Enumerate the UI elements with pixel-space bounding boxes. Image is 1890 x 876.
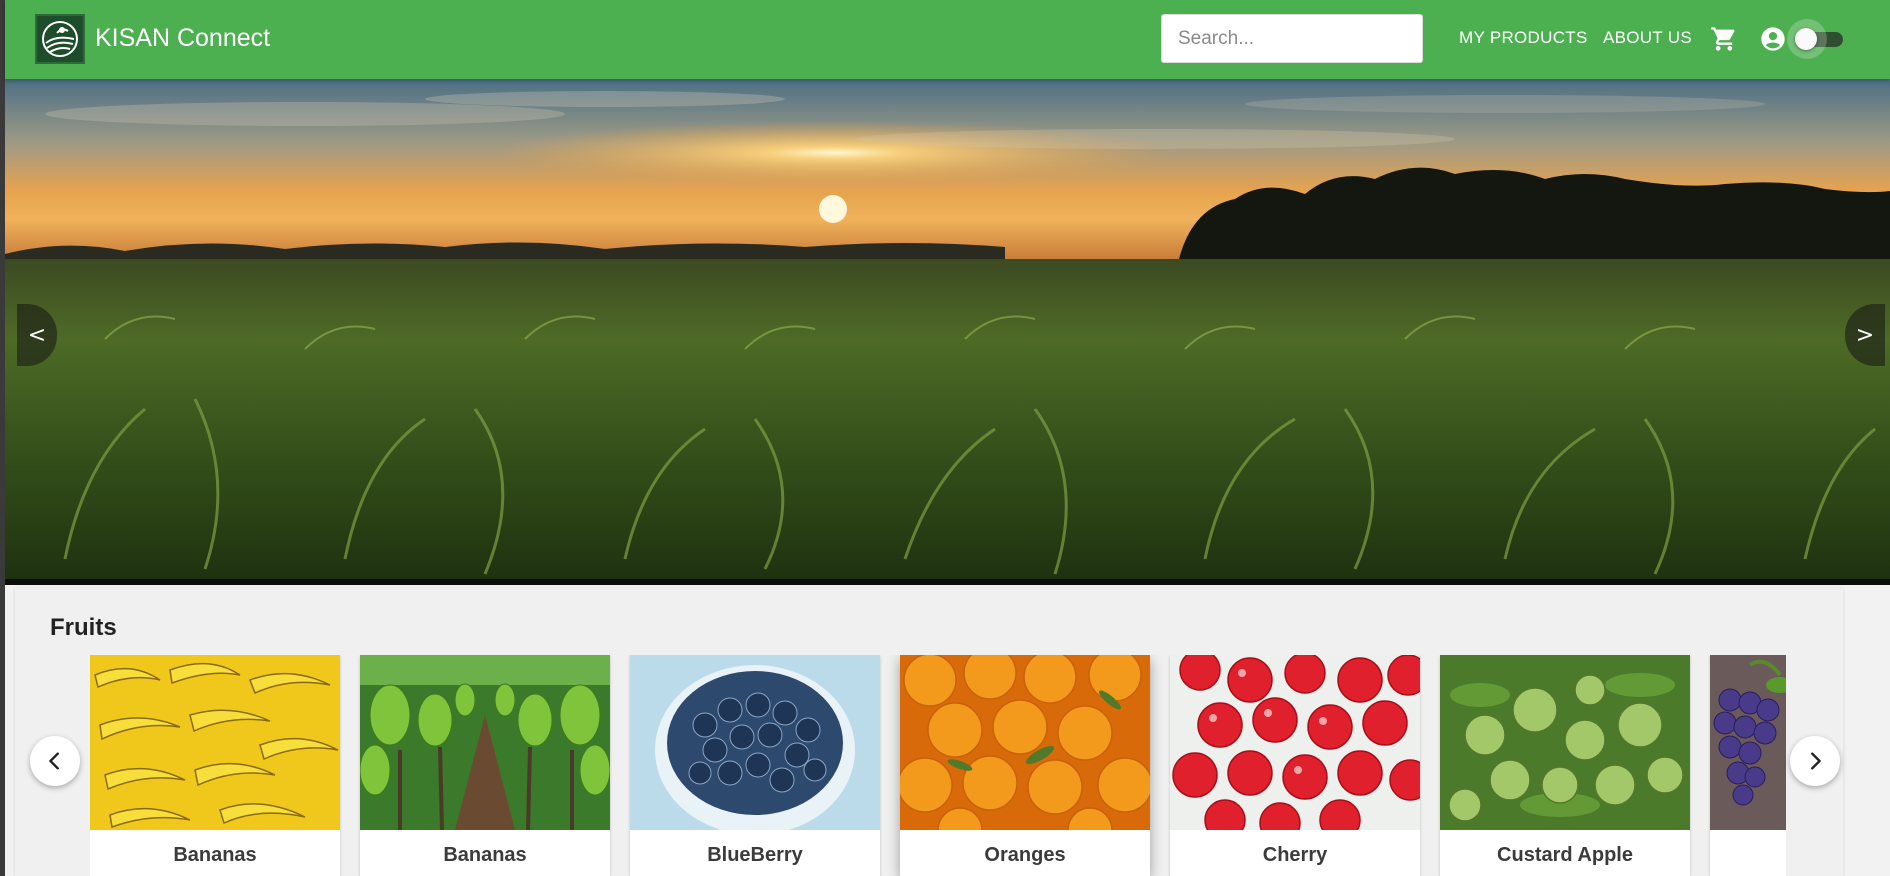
- product-name: Bananas: [173, 844, 257, 866]
- fruits-section: Fruits Bananas Bananas BlueBerry Oranges…: [15, 588, 1843, 876]
- product-name: Cherry: [1262, 844, 1328, 866]
- rail-next-button[interactable]: [1790, 736, 1840, 786]
- toggle-thumb: [1795, 28, 1817, 50]
- product-image-banana-plantation: [360, 655, 610, 830]
- section-title: Fruits: [50, 614, 117, 641]
- nav-my-products[interactable]: MY PRODUCTS: [1459, 28, 1588, 48]
- product-card[interactable]: Cherry: [1170, 655, 1420, 876]
- brand-logo[interactable]: [35, 14, 85, 64]
- top-app-bar: KISAN Connect MY PRODUCTS ABOUT US: [5, 0, 1890, 79]
- chevron-left-icon: [49, 752, 59, 770]
- product-card[interactable]: [1710, 655, 1786, 876]
- cart-icon[interactable]: [1709, 24, 1739, 54]
- product-card[interactable]: Custard Apple: [1440, 655, 1690, 876]
- product-image-blueberry: [630, 655, 880, 830]
- product-card[interactable]: Bananas: [90, 655, 340, 876]
- page: KISAN Connect MY PRODUCTS ABOUT US: [0, 0, 1890, 876]
- hero-carousel: < >: [5, 79, 1890, 579]
- nav-about-us[interactable]: ABOUT US: [1603, 28, 1692, 48]
- product-name: Bananas: [443, 844, 527, 866]
- product-rail: Bananas Bananas BlueBerry Oranges Cherry…: [90, 655, 1786, 876]
- product-image-bananas: [90, 655, 340, 830]
- search-input[interactable]: [1161, 14, 1423, 63]
- product-image-cherry: [1170, 655, 1420, 830]
- product-card[interactable]: Oranges: [900, 655, 1150, 876]
- product-image-grapes: [1710, 655, 1786, 830]
- chevron-right-icon: [1811, 752, 1821, 770]
- product-card[interactable]: BlueBerry: [630, 655, 880, 876]
- product-card[interactable]: Bananas: [360, 655, 610, 876]
- hero-divider: [5, 579, 1890, 585]
- product-image-oranges: [900, 655, 1150, 830]
- theme-toggle[interactable]: [1787, 19, 1851, 59]
- account-circle-icon[interactable]: [1758, 24, 1788, 54]
- rail-prev-button[interactable]: [30, 736, 80, 786]
- product-name: BlueBerry: [707, 844, 803, 866]
- product-image-custard-apple: [1440, 655, 1690, 830]
- brand-name[interactable]: KISAN Connect: [95, 24, 270, 53]
- product-name: Custard Apple: [1497, 844, 1633, 866]
- hero-image-cornfield-sunset: [5, 79, 1890, 579]
- product-name: Oranges: [984, 844, 1066, 866]
